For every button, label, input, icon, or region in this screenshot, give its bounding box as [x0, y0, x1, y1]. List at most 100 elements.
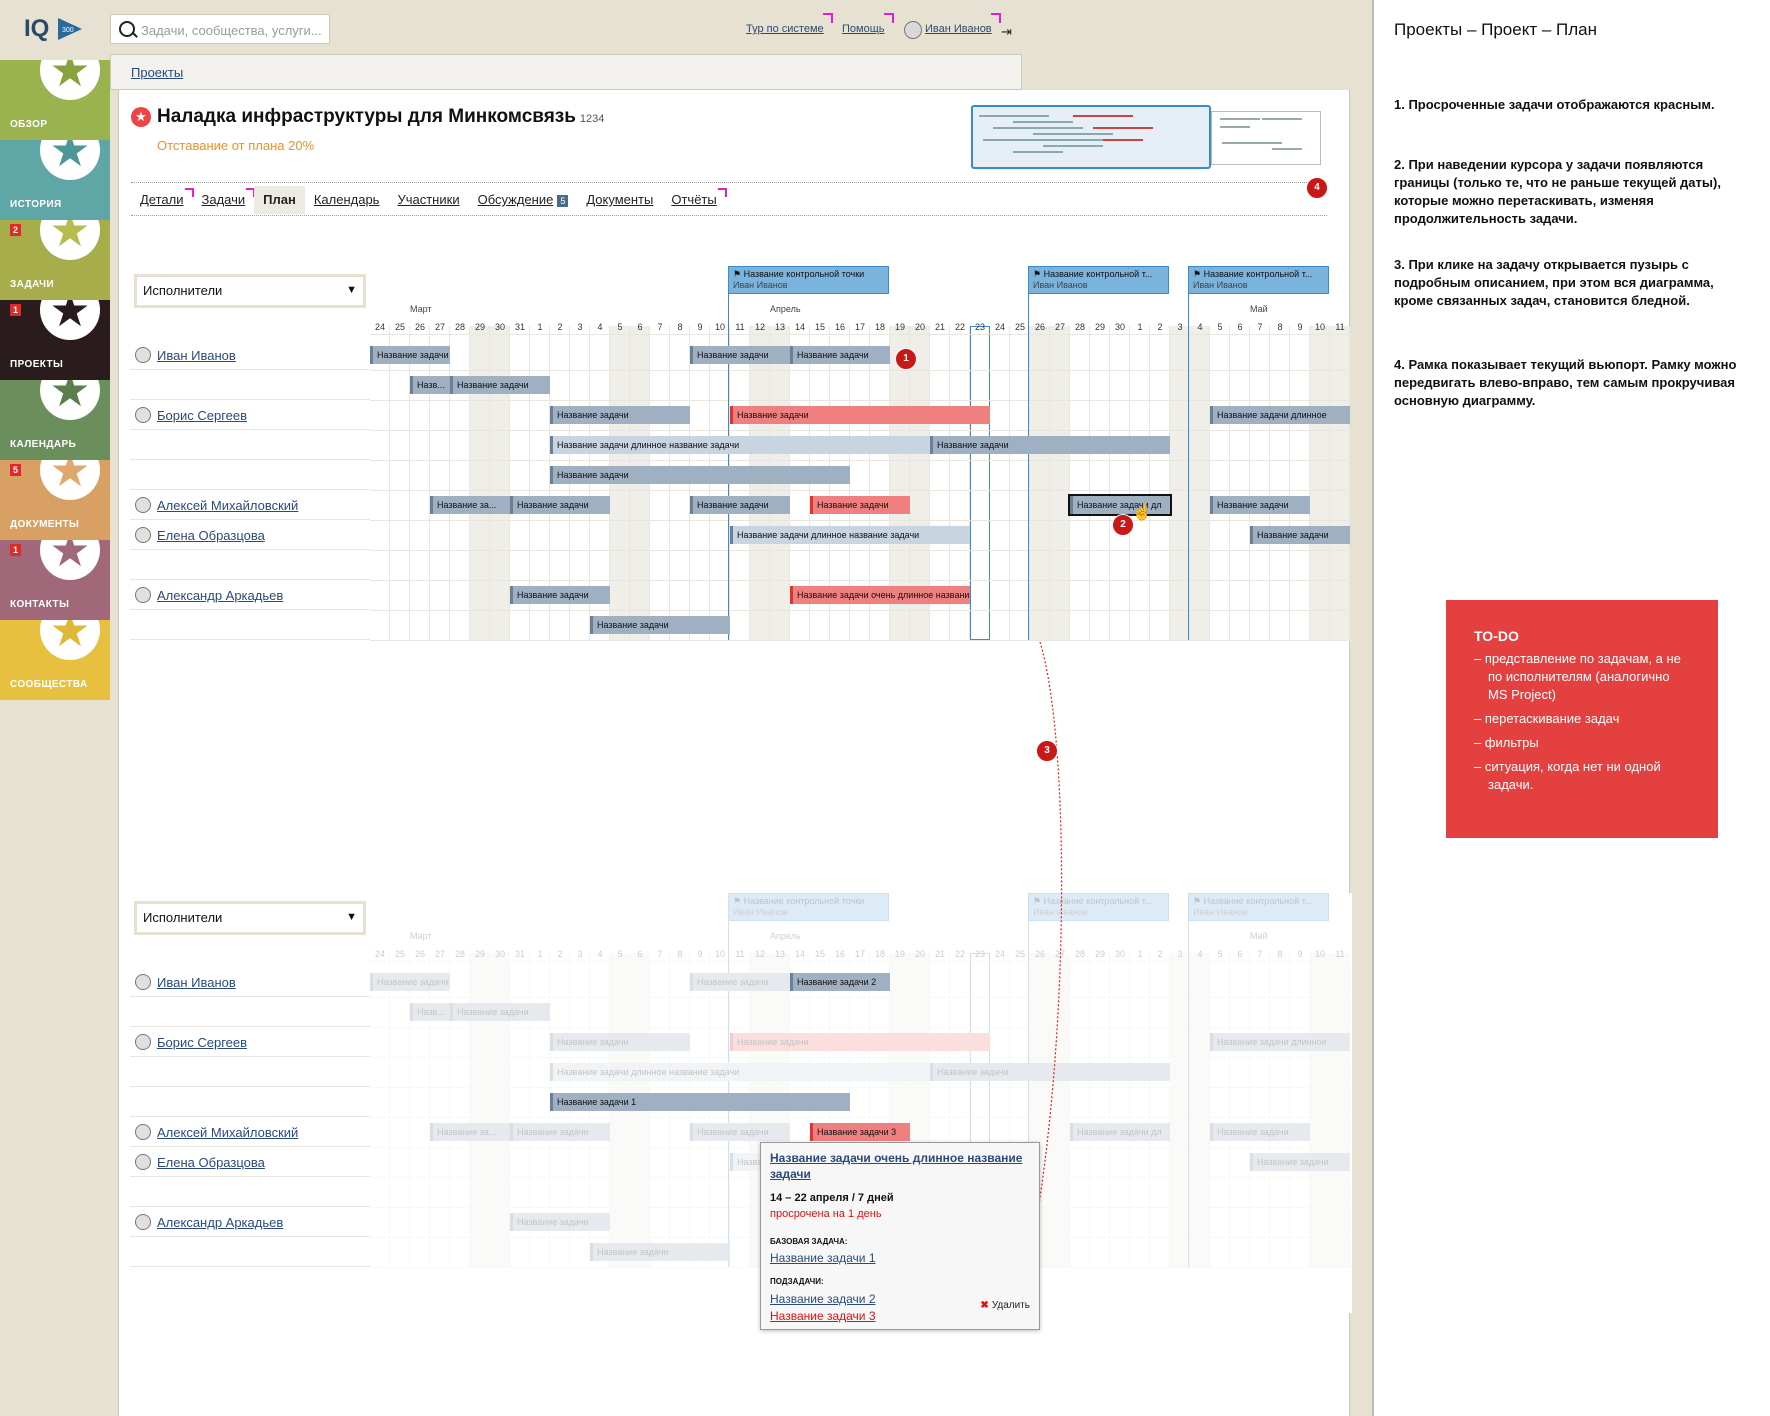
overdue-task-bar[interactable]: Название задачи очень длинное название	[790, 586, 970, 604]
milestone[interactable]: ⚑ Название контрольной т... Иван Иванов	[1028, 266, 1169, 294]
milestone[interactable]: ⚑ Название контрольной т... Иван Иванов	[1028, 893, 1169, 921]
task-bar[interactable]: Название задачи	[450, 376, 550, 394]
assignee-filter-select[interactable]: Исполнители ▼	[134, 901, 366, 935]
task-bar[interactable]: Название за...	[430, 1123, 510, 1141]
minimap-task-line	[1103, 139, 1143, 141]
breadcrumb-projects[interactable]: Проекты	[131, 65, 183, 80]
popup-delete-button[interactable]: ✖ Удалить	[980, 1300, 1030, 1311]
tab-5[interactable]: Обсуждение 5	[469, 186, 578, 214]
task-bar[interactable]: Название задачи длинное	[1210, 406, 1350, 424]
popup-base-task[interactable]: Название задачи 1	[770, 1251, 876, 1265]
task-bar[interactable]: Название задачи	[690, 973, 790, 991]
person-link[interactable]: Алексей Михайловский	[157, 1125, 298, 1140]
milestone[interactable]: ⚑ Название контрольной точки Иван Иванов	[728, 893, 889, 921]
task-bar[interactable]: Название задачи	[1250, 1153, 1350, 1171]
task-bar[interactable]: Название задачи	[1210, 496, 1310, 514]
search-input[interactable]	[139, 20, 323, 40]
minimap-viewport-frame[interactable]	[971, 105, 1211, 169]
nav-item-2[interactable]: ★ 2 ЗАДАЧИ	[0, 220, 110, 300]
tab-6[interactable]: Документы	[577, 186, 662, 214]
overdue-task-bar[interactable]: Название задачи	[730, 406, 990, 424]
logout-icon[interactable]: ⇥	[1001, 24, 1012, 40]
task-bar[interactable]: Название задачи	[510, 1213, 610, 1231]
nav-item-3[interactable]: ★ 1 ПРОЕКТЫ	[0, 300, 110, 380]
star-icon: ★	[49, 140, 91, 176]
task-bar[interactable]: Название задачи	[790, 346, 890, 364]
tour-link[interactable]: Тур по системе	[746, 13, 833, 35]
person-link[interactable]: Иван Иванов	[157, 348, 236, 363]
task-bar[interactable]: Название задачи длинное название задачи	[550, 1063, 930, 1081]
nav-label: ДОКУМЕНТЫ	[10, 519, 80, 530]
day-label: 28	[1074, 949, 1085, 959]
nav-circle: ★	[40, 540, 100, 580]
popup-subtask-1[interactable]: Название задачи 2	[770, 1292, 876, 1306]
task-bar[interactable]: Название задачи	[550, 466, 850, 484]
task-bar[interactable]: Название задачи	[590, 616, 730, 634]
milestone[interactable]: ⚑ Название контрольной точки Иван Иванов	[728, 266, 889, 294]
task-bar[interactable]: Название задачи полностью, насколько поз…	[370, 973, 450, 991]
task-bar[interactable]: Название задачи длинное название задачи	[730, 526, 970, 544]
nav-item-7[interactable]: ★ СООБЩЕСТВА	[0, 620, 110, 700]
task-bar[interactable]: Назв...	[410, 1003, 450, 1021]
popup-task-title[interactable]: Название задачи очень длинное название з…	[770, 1150, 1028, 1182]
task-bar[interactable]: Название задачи 2	[790, 973, 890, 991]
task-bar[interactable]: Название за...	[430, 496, 510, 514]
milestone[interactable]: ⚑ Название контрольной т... Иван Иванов	[1188, 266, 1329, 294]
hover-resize-frame[interactable]	[1068, 494, 1172, 516]
task-bar[interactable]: Название задачи	[930, 436, 1170, 454]
popup-subtask-2[interactable]: Название задачи 3	[770, 1309, 876, 1323]
overdue-task-bar[interactable]: Название задачи 3	[810, 1123, 910, 1141]
help-link[interactable]: Помощь	[842, 13, 894, 35]
favorite-star-icon[interactable]: ★	[131, 107, 151, 127]
task-bar[interactable]: Название задачи дл	[1070, 1123, 1170, 1141]
viewport-minimap[interactable]	[971, 105, 1321, 169]
user-link[interactable]: Иван Иванов	[925, 13, 1001, 35]
person-link[interactable]: Елена Образцова	[157, 528, 265, 543]
iq300-logo[interactable]: IQ 300	[24, 12, 86, 46]
nav-item-5[interactable]: ★ 5 ДОКУМЕНТЫ	[0, 460, 110, 540]
tab-2[interactable]: План	[254, 186, 305, 214]
tab-1[interactable]: Задачи	[193, 186, 256, 214]
task-bar[interactable]: Название задачи	[550, 406, 690, 424]
person-link[interactable]: Александр Аркадьев	[157, 1215, 283, 1230]
task-bar[interactable]: Название задачи	[510, 1123, 610, 1141]
search-box[interactable]	[110, 14, 330, 44]
task-bar[interactable]: Название задачи	[1210, 1123, 1310, 1141]
tab-4[interactable]: Участники	[388, 186, 468, 214]
nav-item-1[interactable]: ★ ИСТОРИЯ	[0, 140, 110, 220]
task-bar[interactable]: Название задачи	[690, 496, 790, 514]
day-label: 6	[1237, 322, 1243, 332]
task-bar[interactable]: Название задачи	[590, 1243, 730, 1261]
task-bar[interactable]: Название задачи длинное	[1210, 1033, 1350, 1051]
overdue-task-bar[interactable]: Название задачи	[810, 496, 910, 514]
assignee-filter-select[interactable]: Исполнители ▼	[134, 274, 366, 308]
person-link[interactable]: Борис Сергеев	[157, 408, 247, 423]
star-icon: ★	[49, 300, 91, 336]
person-link[interactable]: Алексей Михайловский	[157, 498, 298, 513]
task-bar[interactable]: Название задачи	[1250, 526, 1350, 544]
user-avatar[interactable]	[904, 21, 922, 39]
nav-item-0[interactable]: ★ ОБЗОР	[0, 60, 110, 140]
task-bar[interactable]: Название задачи	[690, 1123, 790, 1141]
person-link[interactable]: Борис Сергеев	[157, 1035, 247, 1050]
task-bar[interactable]: Название задачи	[450, 1003, 550, 1021]
task-bar[interactable]: Название задачи 1	[550, 1093, 850, 1111]
person-link[interactable]: Елена Образцова	[157, 1155, 265, 1170]
nav-item-4[interactable]: ★ КАЛЕНДАРЬ	[0, 380, 110, 460]
person-link[interactable]: Иван Иванов	[157, 975, 236, 990]
person-link[interactable]: Александр Аркадьев	[157, 588, 283, 603]
overdue-task-bar[interactable]: Название задачи	[730, 1033, 990, 1051]
task-bar[interactable]: Название задачи полностью, насколько поз…	[370, 346, 450, 364]
task-bar[interactable]: Название задачи	[690, 346, 790, 364]
task-bar[interactable]: Назв...	[410, 376, 450, 394]
task-bar[interactable]: Название задачи	[550, 1033, 690, 1051]
tab-0[interactable]: Детали	[131, 186, 194, 214]
task-bar[interactable]: Название задачи длинное название задачи	[550, 436, 930, 454]
task-bar[interactable]: Название задачи	[930, 1063, 1170, 1081]
tab-3[interactable]: Календарь	[305, 186, 389, 214]
task-bar[interactable]: Название задачи	[510, 586, 610, 604]
nav-item-6[interactable]: ★ 1 КОНТАКТЫ	[0, 540, 110, 620]
tab-7[interactable]: Отчёты	[662, 186, 727, 214]
task-bar[interactable]: Название задачи	[510, 496, 610, 514]
milestone[interactable]: ⚑ Название контрольной т... Иван Иванов	[1188, 893, 1329, 921]
